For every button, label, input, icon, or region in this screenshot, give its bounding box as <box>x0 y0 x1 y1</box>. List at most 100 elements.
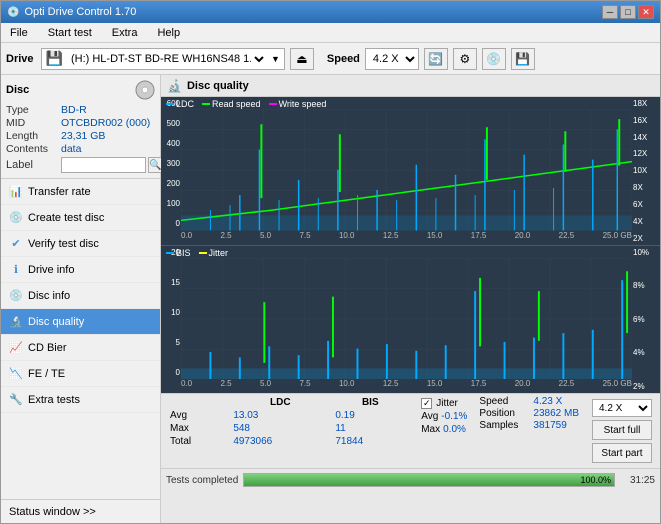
progress-percent: 100.0% <box>580 475 611 485</box>
stat-max-ldc: 548 <box>229 422 331 435</box>
disc-header: Disc <box>6 80 155 100</box>
nav-extra-tests-label: Extra tests <box>28 394 80 406</box>
speed-label-text: Speed <box>479 396 529 407</box>
start-part-button[interactable]: Start part <box>592 443 652 463</box>
stat-avg-bis: 0.19 <box>331 409 409 422</box>
maximize-button[interactable]: □ <box>620 5 636 19</box>
stat-total-ldc: 4973066 <box>229 435 331 448</box>
drive-dropdown[interactable]: (H:) HL-DT-ST BD-RE WH16NS48 1.D3 <box>67 52 267 66</box>
disc-length-value: 23,31 GB <box>61 130 105 142</box>
speed-label: Speed <box>327 53 360 65</box>
disc-mid-label: MID <box>6 117 61 129</box>
disc-mid-row: MID OTCBDR002 (000) <box>6 117 155 129</box>
top-chart-y-right: 18X16X14X12X10X8X6X4X2X <box>632 97 660 245</box>
close-button[interactable]: ✕ <box>638 5 654 19</box>
nav-disc-info[interactable]: 💿 Disc info <box>1 283 160 309</box>
stat-avg-ldc: 13.03 <box>229 409 331 422</box>
nav-verify-test-disc[interactable]: ✔ Verify test disc <box>1 231 160 257</box>
legend-ldc: LDC <box>166 99 194 109</box>
stat-max-row: Max 548 11 <box>166 422 409 435</box>
top-chart-x-axis: 0.02.55.07.510.012.515.017.520.022.525.0… <box>181 231 632 245</box>
nav-cd-bier-label: CD Bier <box>28 342 67 354</box>
disc-panel: Disc Type BD-R MID OTCBDR002 (000) <box>1 75 160 179</box>
jitter-max-row: Max 0.0% <box>421 424 467 435</box>
nav-disc-info-label: Disc info <box>28 290 70 302</box>
stat-total-bis: 71844 <box>331 435 409 448</box>
samples-value: 381759 <box>533 420 566 431</box>
stat-total-row: Total 4973066 71844 <box>166 435 409 448</box>
nav-create-test-disc[interactable]: 💿 Create test disc <box>1 205 160 231</box>
nav-disc-quality[interactable]: 🔬 Disc quality <box>1 309 160 335</box>
minimize-button[interactable]: ─ <box>602 5 618 19</box>
disc-contents-value: data <box>61 143 81 155</box>
disc-label-row: Label 🔍 <box>6 157 155 173</box>
fe-te-icon: 📉 <box>9 367 23 381</box>
disc-type-row: Type BD-R <box>6 104 155 116</box>
nav-transfer-rate-label: Transfer rate <box>28 186 91 198</box>
save-button[interactable]: 💾 <box>511 48 535 70</box>
speed-row: Speed 4.23 X <box>479 396 579 407</box>
cd-bier-icon: 📈 <box>9 341 23 355</box>
position-row: Position 23862 MB <box>479 408 579 419</box>
start-full-button[interactable]: Start full <box>592 420 652 440</box>
sidebar: Disc Type BD-R MID OTCBDR002 (000) <box>1 75 161 523</box>
jitter-avg-row: Avg -0.1% <box>421 411 467 422</box>
disc-length-label: Length <box>6 130 61 142</box>
stat-max-bis: 11 <box>331 422 409 435</box>
stat-max-label: Max <box>166 422 229 435</box>
menu-extra[interactable]: Extra <box>107 26 143 40</box>
position-label: Position <box>479 408 529 419</box>
speed-value: 4.23 X <box>533 396 562 407</box>
bottom-panel: LDC BIS Avg 13.03 0.19 Max 548 <box>161 393 660 523</box>
drive-info-icon: ℹ <box>9 263 23 277</box>
legend-bis: BIS <box>166 248 191 258</box>
bottom-chart-y-right: 10%8%6%4%2% <box>632 246 660 394</box>
jitter-avg-val: -0.1% <box>441 411 467 422</box>
nav-fe-te[interactable]: 📉 FE / TE <box>1 361 160 387</box>
eject-button[interactable]: ⏏ <box>290 48 314 70</box>
disc-label-input[interactable] <box>61 157 146 173</box>
disc-length-row: Length 23,31 GB <box>6 130 155 142</box>
disc-button[interactable]: 💿 <box>482 48 506 70</box>
verify-test-disc-icon: ✔ <box>9 237 23 251</box>
bottom-chart-legend: BIS Jitter <box>166 248 228 258</box>
chart-area: 🔬 Disc quality LDC Read speed <box>161 75 660 523</box>
legend-read-speed: Read speed <box>202 99 261 109</box>
samples-label: Samples <box>479 420 529 431</box>
action-buttons: 4.2 X Start full Start part <box>589 396 655 466</box>
nav-cd-bier[interactable]: 📈 CD Bier <box>1 335 160 361</box>
nav-create-test-disc-label: Create test disc <box>28 212 104 224</box>
nav-transfer-rate[interactable]: 📊 Transfer rate <box>1 179 160 205</box>
disc-type-label: Type <box>6 104 61 116</box>
drive-label: Drive <box>6 53 34 65</box>
menu-help[interactable]: Help <box>152 26 185 40</box>
nav-extra-tests[interactable]: 🔧 Extra tests <box>1 387 160 413</box>
drive-select-container[interactable]: 💾 (H:) HL-DT-ST BD-RE WH16NS48 1.D3 ▼ <box>41 48 285 70</box>
col-ldc: LDC <box>229 396 331 409</box>
disc-quality-icon: 🔬 <box>9 315 23 329</box>
disc-title: Disc <box>6 84 29 96</box>
extra-tests-icon: 🔧 <box>9 393 23 407</box>
refresh-button[interactable]: 🔄 <box>424 48 448 70</box>
progress-bar-fill <box>244 474 614 486</box>
menu-file[interactable]: File <box>5 26 33 40</box>
speed-dropdown[interactable]: 4.2 X <box>365 48 419 70</box>
menu-start-test[interactable]: Start test <box>43 26 97 40</box>
nav-verify-test-disc-label: Verify test disc <box>28 238 99 250</box>
settings-button[interactable]: ⚙ <box>453 48 477 70</box>
test-speed-dropdown[interactable]: 4.2 X <box>592 399 652 417</box>
jitter-avg-label: Avg <box>421 411 438 422</box>
status-text: Tests completed <box>166 475 238 486</box>
main-window: 💿 Opti Drive Control 1.70 ─ □ ✕ File Sta… <box>0 0 661 524</box>
stat-avg-label: Avg <box>166 409 229 422</box>
toolbar: Drive 💾 (H:) HL-DT-ST BD-RE WH16NS48 1.D… <box>1 43 660 75</box>
title-bar: 💿 Opti Drive Control 1.70 ─ □ ✕ <box>1 1 660 23</box>
jitter-section: ✓ Jitter Avg -0.1% Max 0.0% <box>419 396 469 466</box>
nav-drive-info[interactable]: ℹ Drive info <box>1 257 160 283</box>
bottom-chart: BIS Jitter 20151050 <box>161 246 660 394</box>
jitter-checkbox[interactable]: ✓ <box>421 398 432 409</box>
status-window-button[interactable]: Status window >> <box>1 499 160 523</box>
progress-bar-area: Tests completed 100.0% 31:25 <box>161 469 660 491</box>
col-bis: BIS <box>331 396 409 409</box>
create-test-disc-icon: 💿 <box>9 211 23 225</box>
